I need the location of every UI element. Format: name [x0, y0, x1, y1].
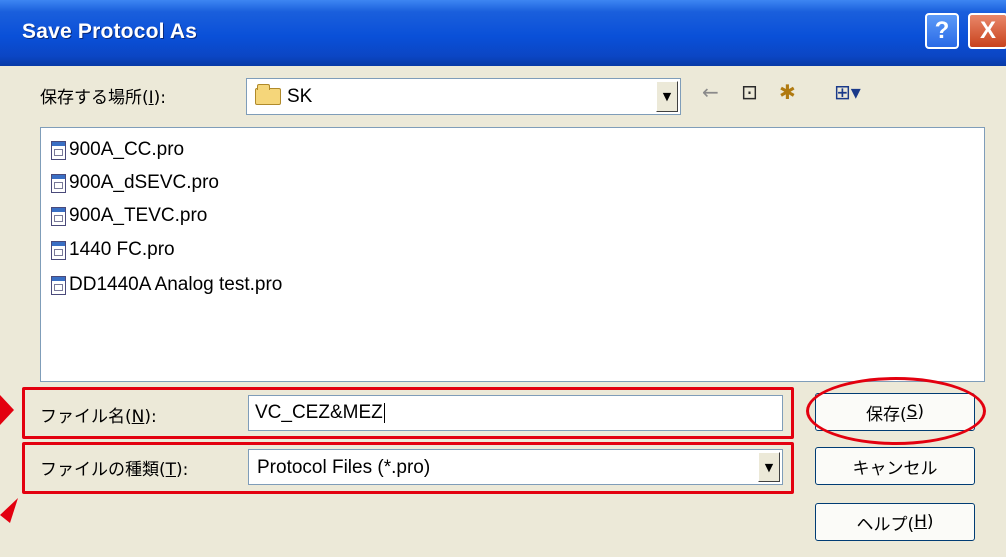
red-arrow-lower — [0, 498, 18, 523]
save-protocol-dialog: Save Protocol As ? X 保存する場所(I): SK ▼ ← ⊡… — [0, 0, 1006, 557]
up-folder-icon[interactable]: ⊡ — [741, 80, 758, 104]
help-suffix: ) — [926, 512, 934, 532]
red-arrow-upper — [0, 395, 14, 425]
help-button[interactable]: ヘルプ(H) — [815, 503, 975, 541]
file-icon — [51, 275, 66, 295]
cancel-label: キャンセル — [852, 458, 938, 479]
file-name: 1440 FC.pro — [69, 239, 175, 260]
help-label: ヘルプ( — [856, 514, 915, 535]
help-accel: H — [914, 512, 927, 532]
question-icon: ? — [934, 17, 950, 44]
file-icon — [51, 140, 66, 160]
location-value: SK — [287, 86, 313, 107]
annotation-arrows — [0, 395, 18, 523]
location-label-suffix: ): — [153, 88, 167, 108]
chevron-down-icon[interactable]: ▼ — [656, 81, 678, 112]
file-list[interactable]: 900A_CC.pro 900A_dSEVC.pro 900A_TEVC.pro… — [40, 127, 985, 382]
dialog-title: Save Protocol As — [22, 20, 198, 43]
help-title-button[interactable]: ? — [925, 13, 959, 49]
location-label: 保存する場所(I): — [40, 83, 166, 108]
file-name: 900A_CC.pro — [69, 139, 185, 160]
back-icon[interactable]: ← — [702, 80, 719, 104]
view-menu-icon[interactable]: ⊞▾ — [834, 80, 861, 104]
list-item[interactable]: DD1440A Analog test.pro — [51, 270, 282, 300]
list-item[interactable]: 1440 FC.pro — [51, 235, 175, 265]
file-name: 900A_dSEVC.pro — [69, 172, 219, 193]
location-dropdown[interactable]: SK ▼ — [246, 78, 681, 115]
close-button[interactable]: X — [968, 13, 1006, 49]
list-item[interactable]: 900A_CC.pro — [51, 135, 184, 165]
list-item[interactable]: 900A_TEVC.pro — [51, 201, 207, 231]
file-icon — [51, 240, 66, 260]
file-icon — [51, 173, 66, 193]
title-bar[interactable]: Save Protocol As ? X — [0, 0, 1006, 66]
filename-highlight-box — [22, 387, 794, 439]
new-folder-icon[interactable]: ✱ — [779, 80, 796, 104]
close-icon: X — [979, 17, 996, 44]
filetype-highlight-box — [22, 442, 794, 494]
cancel-button[interactable]: キャンセル — [815, 447, 975, 485]
file-icon — [51, 206, 66, 226]
folder-icon — [255, 84, 281, 105]
file-name: 900A_TEVC.pro — [69, 205, 208, 226]
file-name: DD1440A Analog test.pro — [69, 274, 283, 295]
list-item[interactable]: 900A_dSEVC.pro — [51, 168, 219, 198]
location-label-text: 保存する場所( — [40, 88, 149, 108]
save-button-highlight-ellipse — [806, 377, 986, 445]
